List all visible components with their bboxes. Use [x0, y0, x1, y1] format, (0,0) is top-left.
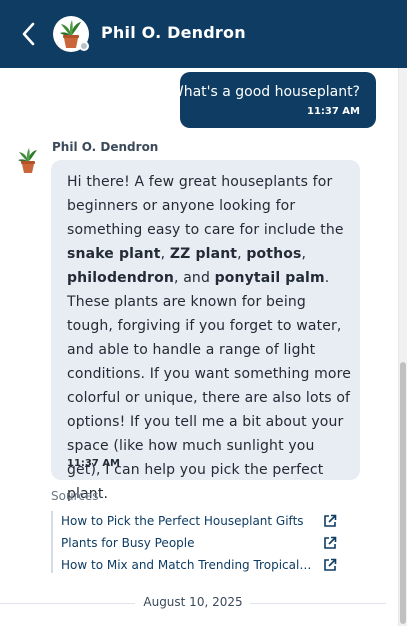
- chevron-left-icon: [22, 22, 35, 46]
- avatar: [53, 16, 89, 52]
- bot-message-time: 11:37 AM: [67, 458, 121, 469]
- user-message-bubble: What's a good houseplant? 11:37 AM: [170, 72, 376, 128]
- plant-name: snake plant: [67, 246, 161, 262]
- sources-list: How to Pick the Perfect Houseplant Gifts…: [51, 511, 337, 573]
- source-link-label: How to Pick the Perfect Houseplant Gifts: [61, 514, 304, 528]
- external-link-icon: [324, 558, 337, 571]
- external-link-icon: [324, 514, 337, 527]
- source-link-label: How to Mix and Match Trending Tropicals®…: [61, 558, 317, 572]
- status-indicator: [79, 41, 89, 51]
- source-link[interactable]: How to Pick the Perfect Houseplant Gifts: [61, 511, 337, 531]
- back-button[interactable]: [18, 21, 42, 47]
- plant-name: ponytail palm: [214, 270, 325, 286]
- user-message-text: What's a good houseplant?: [169, 84, 360, 100]
- date-separator: August 10, 2025: [0, 593, 396, 613]
- chat-header: Phil O. Dendron: [0, 0, 407, 68]
- bot-name: Phil O. Dendron: [52, 140, 159, 154]
- bot-message-bubble: Hi there! A few great houseplants for be…: [51, 160, 360, 502]
- scrollbar-thumb[interactable]: [400, 362, 406, 624]
- plant-name: ZZ plant: [169, 246, 238, 262]
- user-message-time: 11:37 AM: [306, 106, 360, 117]
- date-separator-text: August 10, 2025: [143, 595, 243, 609]
- header-title: Phil O. Dendron: [101, 23, 246, 42]
- source-link[interactable]: How to Mix and Match Trending Tropicals®…: [61, 555, 337, 575]
- external-link-icon: [324, 536, 337, 549]
- source-link[interactable]: Plants for Busy People: [61, 533, 337, 553]
- plant-name: pothos: [246, 246, 302, 262]
- source-link-label: Plants for Busy People: [61, 536, 195, 550]
- plant-name: philodendron: [67, 270, 174, 286]
- sources-label: Sources: [51, 489, 99, 503]
- bot-avatar-icon: [18, 148, 37, 173]
- divider: [250, 603, 386, 604]
- bot-message-text: Hi there! A few great houseplants for be…: [67, 174, 351, 502]
